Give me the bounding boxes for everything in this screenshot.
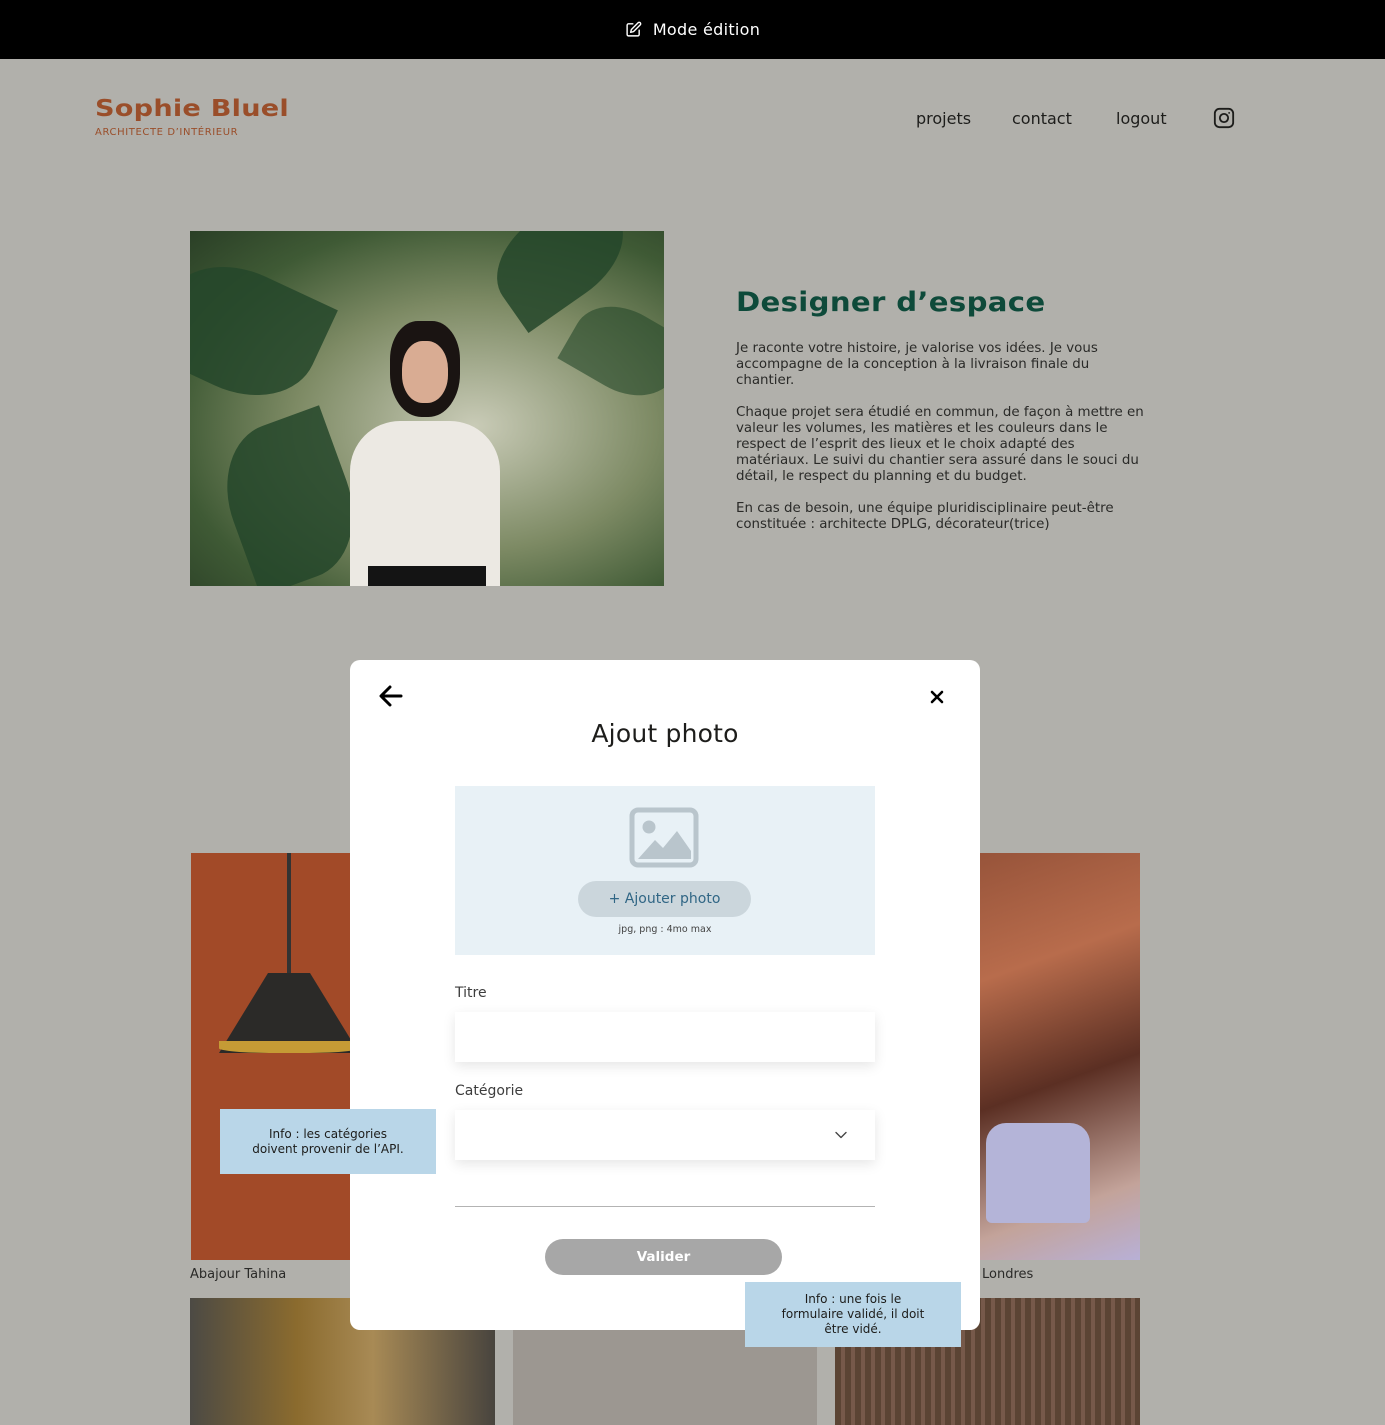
instagram-icon[interactable]: [1213, 107, 1235, 129]
info-note-text: Info : une fois le formulaire validé, il…: [781, 1292, 925, 1336]
upload-hint: jpg, png : 4mo max: [618, 924, 712, 935]
back-arrow-icon[interactable]: [378, 684, 404, 708]
info-note-text: Info : les catégories doivent provenir d…: [252, 1126, 404, 1156]
modal-title: Ajout photo: [591, 719, 739, 748]
submit-button[interactable]: Valider: [545, 1239, 782, 1275]
intro-text: Je raconte votre histoire, je valorise v…: [736, 341, 1146, 549]
chevron-down-icon: [835, 1131, 847, 1139]
main-nav: projets contact logout: [916, 107, 1235, 129]
info-note-form-reset: Info : une fois le formulaire validé, il…: [745, 1282, 961, 1347]
nav-contact[interactable]: contact: [1012, 109, 1116, 128]
edit-mode-label: Mode édition: [652, 20, 761, 39]
brand-subtitle: ARCHITECTE D’INTÉRIEUR: [95, 127, 239, 138]
intro-title: Designer d’espace: [736, 287, 1046, 318]
category-label: Catégorie: [455, 1083, 524, 1099]
gallery-caption: Abajour Tahina: [190, 1267, 287, 1282]
nav-logout[interactable]: logout: [1116, 109, 1213, 128]
intro-paragraph: Je raconte votre histoire, je valorise v…: [736, 341, 1098, 388]
architect-portrait: [190, 231, 664, 586]
add-photo-modal: Ajout photo + Ajouter photo jpg, png : 4…: [350, 660, 980, 1330]
info-note-categories: Info : les catégories doivent provenir d…: [220, 1109, 436, 1174]
photo-upload-area[interactable]: + Ajouter photo jpg, png : 4mo max: [455, 786, 875, 955]
title-input[interactable]: [455, 1012, 875, 1062]
intro-paragraph: Chaque projet sera étudié en commun, de …: [736, 405, 1144, 484]
form-divider: [455, 1206, 875, 1207]
intro-paragraph: En cas de besoin, une équipe pluridiscip…: [736, 501, 1114, 532]
brand-name: Sophie Bluel: [95, 96, 289, 122]
edit-icon: [626, 21, 642, 37]
close-icon[interactable]: [929, 689, 945, 705]
nav-projets[interactable]: projets: [916, 109, 1012, 128]
add-photo-button[interactable]: + Ajouter photo: [578, 881, 751, 917]
brand-logo[interactable]: Sophie Bluel ARCHITECTE D’INTÉRIEUR: [95, 96, 289, 138]
image-placeholder-icon: [629, 807, 699, 868]
edit-mode-bar: Mode édition: [0, 0, 1385, 59]
category-select[interactable]: [455, 1110, 875, 1160]
gallery-caption: Londres: [982, 1267, 1034, 1282]
title-label: Titre: [455, 985, 487, 1001]
